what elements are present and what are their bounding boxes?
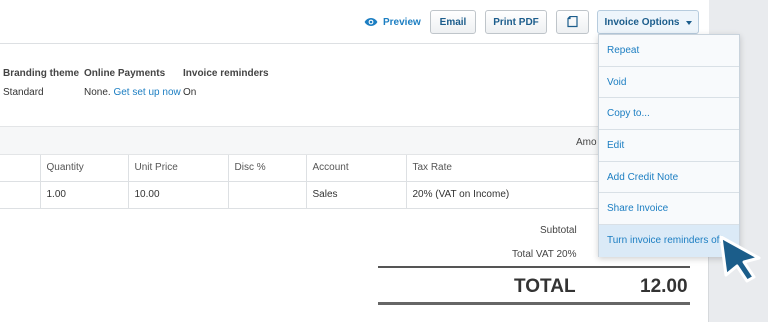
online-payments-status: None. xyxy=(84,87,111,98)
invoice-options-menu: Repeat Void Copy to... Edit Add Credit N… xyxy=(598,34,740,257)
mouse-pointer-icon xyxy=(719,235,761,283)
branding-theme-value: Standard xyxy=(3,87,44,98)
menu-item-add-credit-note[interactable]: Add Credit Note xyxy=(599,162,739,194)
subtotal-label: Subtotal xyxy=(540,225,577,236)
column-header xyxy=(0,155,41,182)
total-divider-bottom xyxy=(378,302,690,305)
menu-item-copy-to[interactable]: Copy to... xyxy=(599,98,739,131)
online-payments-heading: Online Payments xyxy=(84,68,166,79)
invoice-reminders: Invoice reminders On xyxy=(183,68,269,98)
email-button[interactable]: Email xyxy=(430,10,476,34)
table-cell-unit-price: 10.00 xyxy=(128,181,229,209)
table-cell-discount xyxy=(228,181,307,209)
preview-link[interactable]: Preview xyxy=(364,14,421,30)
table-cell xyxy=(0,181,41,209)
online-payments-value: None. Get set up now xyxy=(84,87,181,98)
menu-item-edit[interactable]: Edit xyxy=(599,130,739,162)
column-header-unit-price: Unit Price xyxy=(128,155,229,182)
invoice-reminders-heading: Invoice reminders xyxy=(183,68,269,79)
menu-item-share-invoice[interactable]: Share Invoice xyxy=(599,193,739,226)
copy-icon xyxy=(567,15,578,27)
total-label: TOTAL xyxy=(514,276,576,297)
online-payments: Online Payments None. Get set up now xyxy=(84,68,181,98)
branding-theme-heading: Branding theme xyxy=(3,68,80,79)
table-cell-tax-rate: 20% (VAT on Income) xyxy=(406,181,600,209)
column-header-tax-rate: Tax Rate xyxy=(406,155,600,182)
copy-button[interactable] xyxy=(556,10,589,34)
get-set-up-link[interactable]: Get set up now xyxy=(113,87,180,98)
branding-theme: Branding theme Standard xyxy=(3,68,79,98)
eye-icon xyxy=(364,18,378,26)
preview-label: Preview xyxy=(383,16,421,28)
invoice-options-button[interactable]: Invoice Options xyxy=(597,10,699,34)
line-items-table: Quantity Unit Price Disc % Account Tax R… xyxy=(0,155,600,209)
table-row: 1.00 10.00 Sales 20% (VAT on Income) xyxy=(0,181,600,209)
column-header-discount: Disc % xyxy=(228,155,307,182)
total-vat-label: Total VAT 20% xyxy=(512,249,577,260)
table-cell-account: Sales xyxy=(306,181,407,209)
table-cell-quantity: 1.00 xyxy=(40,181,129,209)
menu-item-repeat[interactable]: Repeat xyxy=(599,35,739,67)
invoice-reminders-value: On xyxy=(183,87,197,98)
caret-down-icon xyxy=(685,21,692,25)
print-pdf-button[interactable]: Print PDF xyxy=(485,10,547,34)
amounts-label: Amo xyxy=(576,137,597,148)
invoice-options-label: Invoice Options xyxy=(604,16,680,28)
table-header-row: Quantity Unit Price Disc % Account Tax R… xyxy=(0,155,600,182)
column-header-quantity: Quantity xyxy=(40,155,129,182)
column-header-account: Account xyxy=(306,155,407,182)
total-divider-top xyxy=(378,266,690,268)
menu-item-void[interactable]: Void xyxy=(599,67,739,99)
total-value: 12.00 xyxy=(640,276,688,297)
